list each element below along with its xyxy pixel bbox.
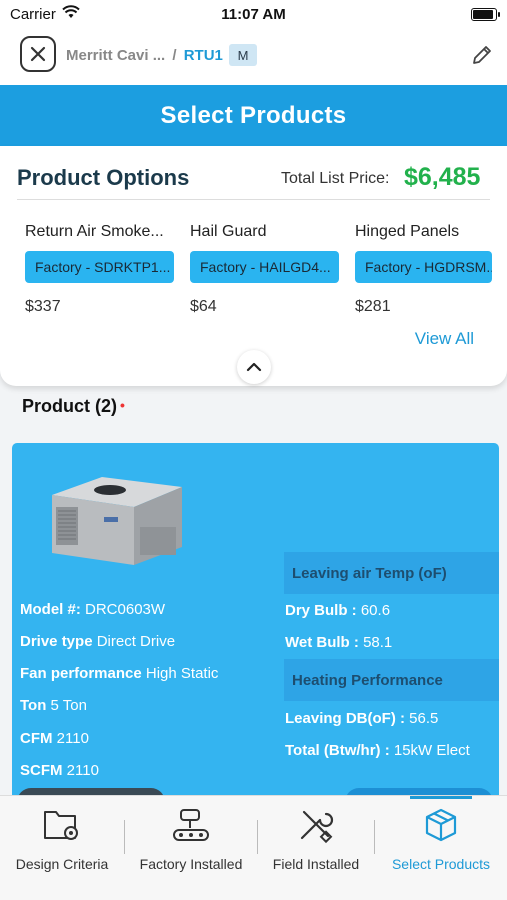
battery-icon	[471, 8, 500, 21]
spec-cfm: CFM 2110	[20, 730, 89, 747]
view-all-link[interactable]: View All	[415, 329, 474, 349]
spec-label: Ton	[20, 697, 47, 714]
spec-value: DRC0603W	[85, 601, 166, 618]
wet-bulb-row: Wet Bulb : 58.1	[285, 634, 392, 651]
breadcrumb-current[interactable]: RTU1	[184, 47, 223, 64]
perf-label: Total (Btw/hr) :	[285, 742, 390, 759]
heating-performance-band: Heating Performance	[284, 659, 499, 701]
close-button[interactable]	[20, 36, 56, 72]
option-name: Hinged Panels	[355, 223, 460, 240]
page-header: Select Products	[0, 85, 507, 146]
spec-label: Drive type	[20, 633, 93, 650]
spec-model: Model #: DRC0603W	[20, 601, 165, 618]
perf-label: Leaving DB(oF) :	[285, 710, 405, 727]
mode-badge: M	[229, 44, 257, 66]
breadcrumb-separator: /	[172, 47, 177, 64]
spec-label: Model #:	[20, 601, 81, 618]
chevron-up-icon	[246, 362, 262, 372]
product-count-heading: Product (2) •	[22, 396, 125, 417]
rooftop-unit-image	[52, 477, 182, 565]
close-icon	[30, 46, 46, 62]
option-item: Hinged Panels Factory - HGDRSM... $281	[355, 223, 492, 316]
product-options-title: Product Options	[17, 165, 190, 190]
required-dot: •	[120, 397, 125, 413]
option-price: $337	[25, 298, 61, 315]
nav-bar: Merritt Cavi ... / RTU1 M	[0, 30, 507, 85]
perf-label: Wet Bulb :	[285, 634, 359, 651]
perf-value: 60.6	[360, 602, 391, 619]
spec-label: Fan performance	[20, 665, 142, 682]
option-name: Hail Guard	[190, 223, 267, 240]
tab-field-installed[interactable]: Field Installed	[258, 796, 374, 886]
product-options-card: Product Options Total List Price: $6,485…	[0, 146, 507, 386]
tools-icon	[300, 810, 334, 844]
folder-gear-icon	[44, 811, 78, 840]
total-list-price-value: $6,485	[404, 163, 481, 191]
spec-value: High Static	[145, 665, 219, 682]
spec-label: CFM	[20, 730, 53, 747]
tab-select-products[interactable]: Select Products	[375, 796, 507, 886]
total-btw-row: Total (Btw/hr) : 15kW Elect	[285, 742, 470, 759]
option-price: $64	[190, 298, 217, 315]
conveyor-robot-icon	[173, 809, 209, 841]
leaving-air-temp-band: Leaving air Temp (oF)	[284, 552, 499, 594]
spec-ton: Ton 5 Ton	[20, 697, 87, 714]
tab-factory-installed[interactable]: Factory Installed	[125, 796, 257, 886]
option-price: $281	[355, 298, 391, 315]
spec-scfm: SCFM 2110	[20, 762, 99, 779]
tab-label: Factory Installed	[139, 856, 243, 872]
tab-design-criteria[interactable]: Design Criteria	[0, 796, 124, 886]
spec-value: Direct Drive	[96, 633, 176, 650]
perf-value: 58.1	[363, 634, 393, 651]
leaving-db-row: Leaving DB(oF) : 56.5	[285, 710, 438, 727]
perf-value: 15kW Elect	[393, 742, 470, 759]
tab-label: Design Criteria	[15, 856, 109, 872]
spec-fan-performance: Fan performance High Static	[20, 665, 218, 682]
option-chip[interactable]: Factory - HAILGD4...	[190, 251, 339, 283]
breadcrumb: Merritt Cavi ... / RTU1	[66, 47, 223, 64]
tab-label: Select Products	[391, 856, 491, 872]
page-title: Select Products	[160, 101, 347, 129]
spec-value: 2110	[66, 762, 99, 779]
perf-value: 56.5	[409, 710, 439, 727]
dry-bulb-row: Dry Bulb : 60.6	[285, 602, 390, 619]
spec-drive-type: Drive type Direct Drive	[20, 633, 175, 650]
clock: 11:07 AM	[221, 6, 286, 23]
breadcrumb-parent[interactable]: Merritt Cavi ...	[66, 47, 165, 64]
option-name: Return Air Smoke...	[25, 223, 164, 240]
divider	[17, 199, 490, 200]
option-item: Hail Guard Factory - HAILGD4... $64	[190, 223, 339, 316]
bottom-tab-bar: Design Criteria Factory Installed Field …	[0, 795, 507, 900]
perf-label: Dry Bulb :	[285, 602, 357, 619]
spec-value: 2110	[56, 730, 89, 747]
option-chip[interactable]: Factory - SDRKTP1...	[25, 251, 174, 283]
spec-label: SCFM	[20, 762, 63, 779]
box-icon	[425, 808, 457, 842]
pencil-icon	[473, 46, 491, 64]
spec-value: 5 Ton	[50, 697, 87, 714]
option-chip[interactable]: Factory - HGDRSM...	[355, 251, 492, 283]
option-item: Return Air Smoke... Factory - SDRKTP1...…	[25, 223, 174, 316]
product-heading-text: Product (2)	[22, 396, 118, 416]
product-card[interactable]: Model #: DRC0603W Drive type Direct Driv…	[12, 443, 499, 803]
edit-button[interactable]	[471, 44, 493, 71]
status-bar: Carrier 11:07 AM	[0, 0, 507, 30]
collapse-button[interactable]	[237, 350, 271, 384]
total-list-price-label: Total List Price:	[281, 170, 390, 187]
tab-label: Field Installed	[272, 856, 360, 872]
